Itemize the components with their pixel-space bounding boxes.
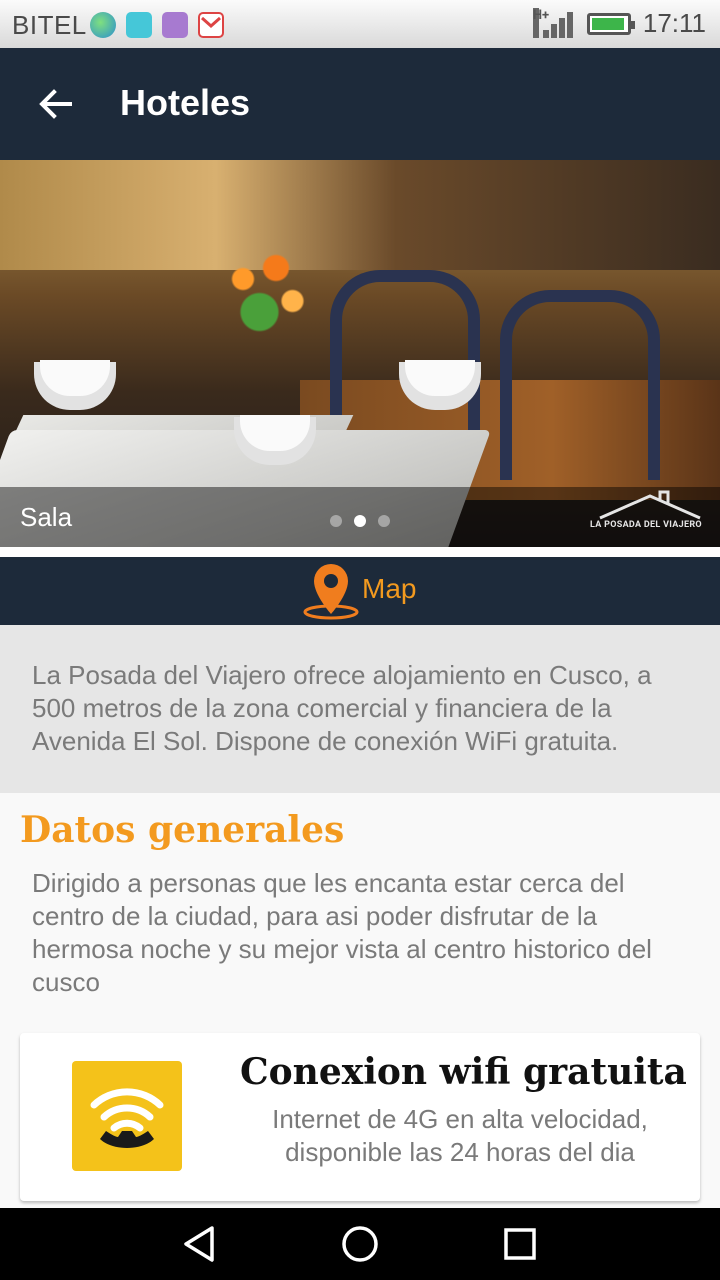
gallery-caption: Sala (20, 502, 73, 532)
hotel-watermark-logo: LA POSADA DEL VIAJERO (590, 490, 710, 536)
pager-dot-active[interactable] (354, 515, 366, 527)
status-bar: BITEL H+ 17:11 (0, 0, 720, 48)
system-navigation-bar (0, 1208, 720, 1280)
hotel-description: La Posada del Viajero ofrece alojamiento… (0, 625, 720, 793)
map-bar: Map (0, 557, 720, 625)
page-title: Hoteles (120, 82, 251, 123)
nav-home-button[interactable] (338, 1222, 382, 1266)
notification-icons (90, 12, 224, 38)
network-type: H+ (532, 7, 549, 38)
nav-back-icon (184, 1226, 214, 1262)
card-title: Conexion wifi gratuita (240, 1051, 687, 1093)
wifi-phone-icon (72, 1061, 182, 1171)
signal-icon: H+ (532, 7, 575, 38)
section-text: Dirigido a personas que les encanta esta… (32, 868, 652, 997)
pager-dot[interactable] (378, 515, 390, 527)
android-icon (126, 12, 152, 38)
app-bar: Hoteles (0, 48, 720, 160)
nav-home-icon (342, 1226, 378, 1262)
description-text: La Posada del Viajero ofrece alojamiento… (32, 660, 652, 756)
battery-icon (586, 12, 635, 35)
nav-recents-button[interactable] (498, 1222, 542, 1266)
gallery-icon (162, 12, 188, 38)
arrow-back-icon (39, 89, 72, 119)
carrier-name: BITEL (12, 10, 87, 40)
back-button[interactable] (24, 72, 88, 136)
nav-recents-icon (504, 1228, 536, 1260)
feature-card-wifi[interactable]: Conexion wifi gratuita Internet de 4G en… (20, 1033, 700, 1201)
clock: 17:11 (642, 8, 706, 38)
section-title: Datos generales (20, 809, 345, 851)
map-pin-icon (303, 564, 359, 620)
status-icons-right: H+ 17:11 (532, 7, 706, 39)
card-subtitle: Internet de 4G en alta velocidad, dispon… (272, 1104, 648, 1167)
globe-app-icon (90, 12, 116, 38)
datos-generales-section: Datos generales Dirigido a personas que … (0, 793, 720, 1208)
gallery-pager-dots (330, 515, 390, 527)
nav-back-button[interactable] (178, 1222, 222, 1266)
pager-dot[interactable] (330, 515, 342, 527)
map-button[interactable]: Map (300, 557, 440, 625)
map-label: Map (362, 573, 417, 604)
gmail-icon (198, 12, 224, 38)
